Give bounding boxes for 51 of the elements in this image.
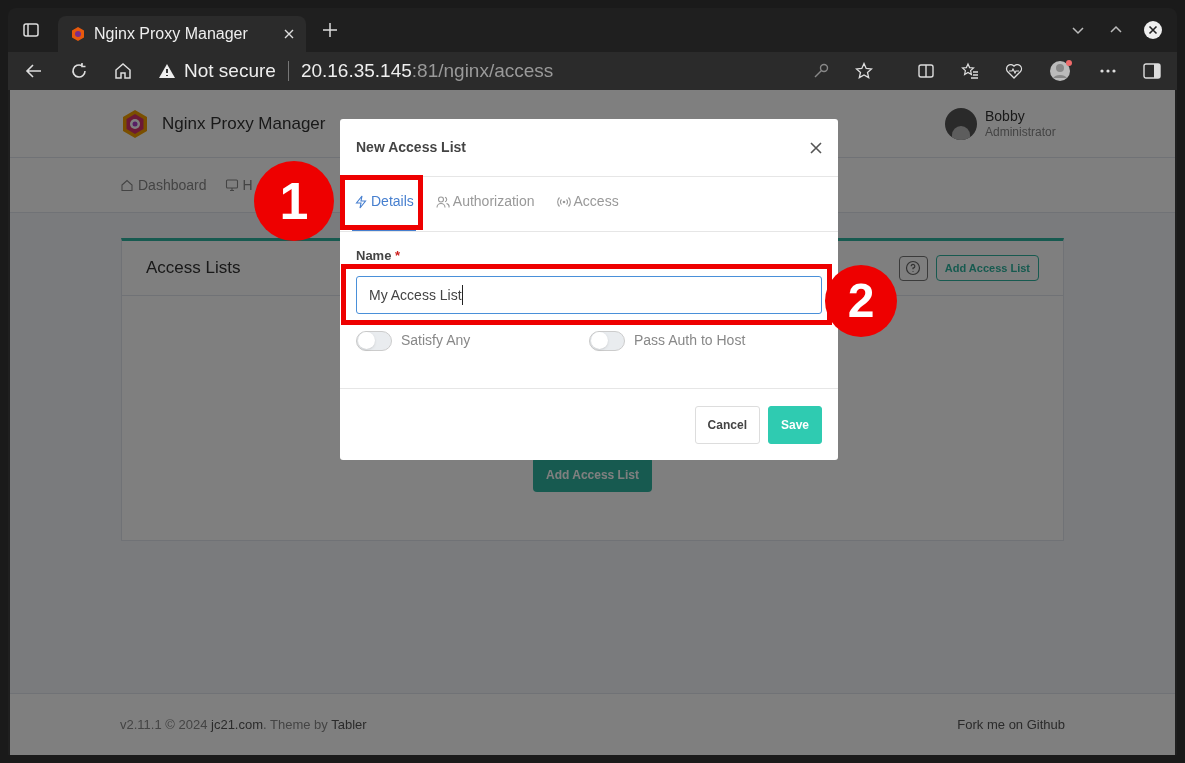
tab[interactable]: Details <box>354 191 414 212</box>
warning-icon <box>158 63 176 79</box>
help-button[interactable] <box>898 255 928 281</box>
sidebar-icon[interactable] <box>1143 63 1161 79</box>
footer-text: v2.11.1 © 2024 jc21.com. Theme by Tabler <box>120 715 367 734</box>
field-label: Name * <box>356 248 401 263</box>
github-link[interactable]: Fork me on Github <box>957 714 1065 735</box>
star-icon[interactable] <box>855 62 873 80</box>
toggle-switch[interactable] <box>356 330 392 351</box>
heart-pulse-icon[interactable] <box>1005 62 1023 80</box>
user-role: Administrator <box>985 124 1057 140</box>
card-title: Access Lists <box>146 257 241 280</box>
users-icon <box>435 194 450 209</box>
brand-name[interactable]: Nginx Proxy Manager <box>162 110 326 137</box>
nav-link[interactable]: H <box>224 174 253 196</box>
hexagon-logo-icon <box>120 108 150 139</box>
more-icon[interactable] <box>1099 68 1117 74</box>
new-tab-icon[interactable] <box>322 22 338 38</box>
user-name: Bobby <box>985 107 1026 125</box>
refresh-icon[interactable] <box>70 62 88 80</box>
home-icon[interactable] <box>114 62 132 80</box>
tab[interactable]: Access <box>556 191 619 212</box>
split-screen-icon[interactable] <box>917 62 935 80</box>
favorites-icon[interactable] <box>961 62 979 80</box>
close-icon[interactable] <box>1143 20 1163 40</box>
help-icon <box>905 260 922 276</box>
profile-icon[interactable] <box>1049 59 1073 83</box>
close-icon[interactable] <box>810 141 822 154</box>
user-avatar[interactable] <box>945 107 977 140</box>
key-icon[interactable] <box>813 63 829 79</box>
tab[interactable]: Authorization <box>435 191 535 212</box>
toggle-switch[interactable] <box>589 330 625 351</box>
home-icon <box>120 178 134 192</box>
cancel-button[interactable]: Cancel <box>694 405 760 444</box>
modal-title: New Access List <box>356 138 466 157</box>
name-input-field[interactable]: My Access List <box>356 276 822 314</box>
monitor-icon <box>224 178 239 192</box>
hexagon-logo-icon <box>70 26 86 42</box>
lightning-icon <box>354 194 368 209</box>
url-text: 20.16.35.145:81/nginx/access <box>300 58 554 83</box>
tab-actions-icon[interactable] <box>22 21 40 39</box>
security-label: Not secure <box>184 58 276 83</box>
browser-tab[interactable]: Nginx Proxy Manager <box>58 16 306 52</box>
signal-icon <box>556 194 571 209</box>
tab-title: Nginx Proxy Manager <box>94 24 249 44</box>
footer-link[interactable]: Tabler <box>331 716 367 732</box>
toggle-label: Satisfy Any <box>401 331 471 350</box>
nav-link[interactable]: Dashboard <box>120 174 207 196</box>
toggle-label: Pass Auth to Host <box>634 331 746 350</box>
save-button[interactable]: Save <box>767 405 822 444</box>
add-access-list-button[interactable]: Add Access List <box>935 255 1039 281</box>
